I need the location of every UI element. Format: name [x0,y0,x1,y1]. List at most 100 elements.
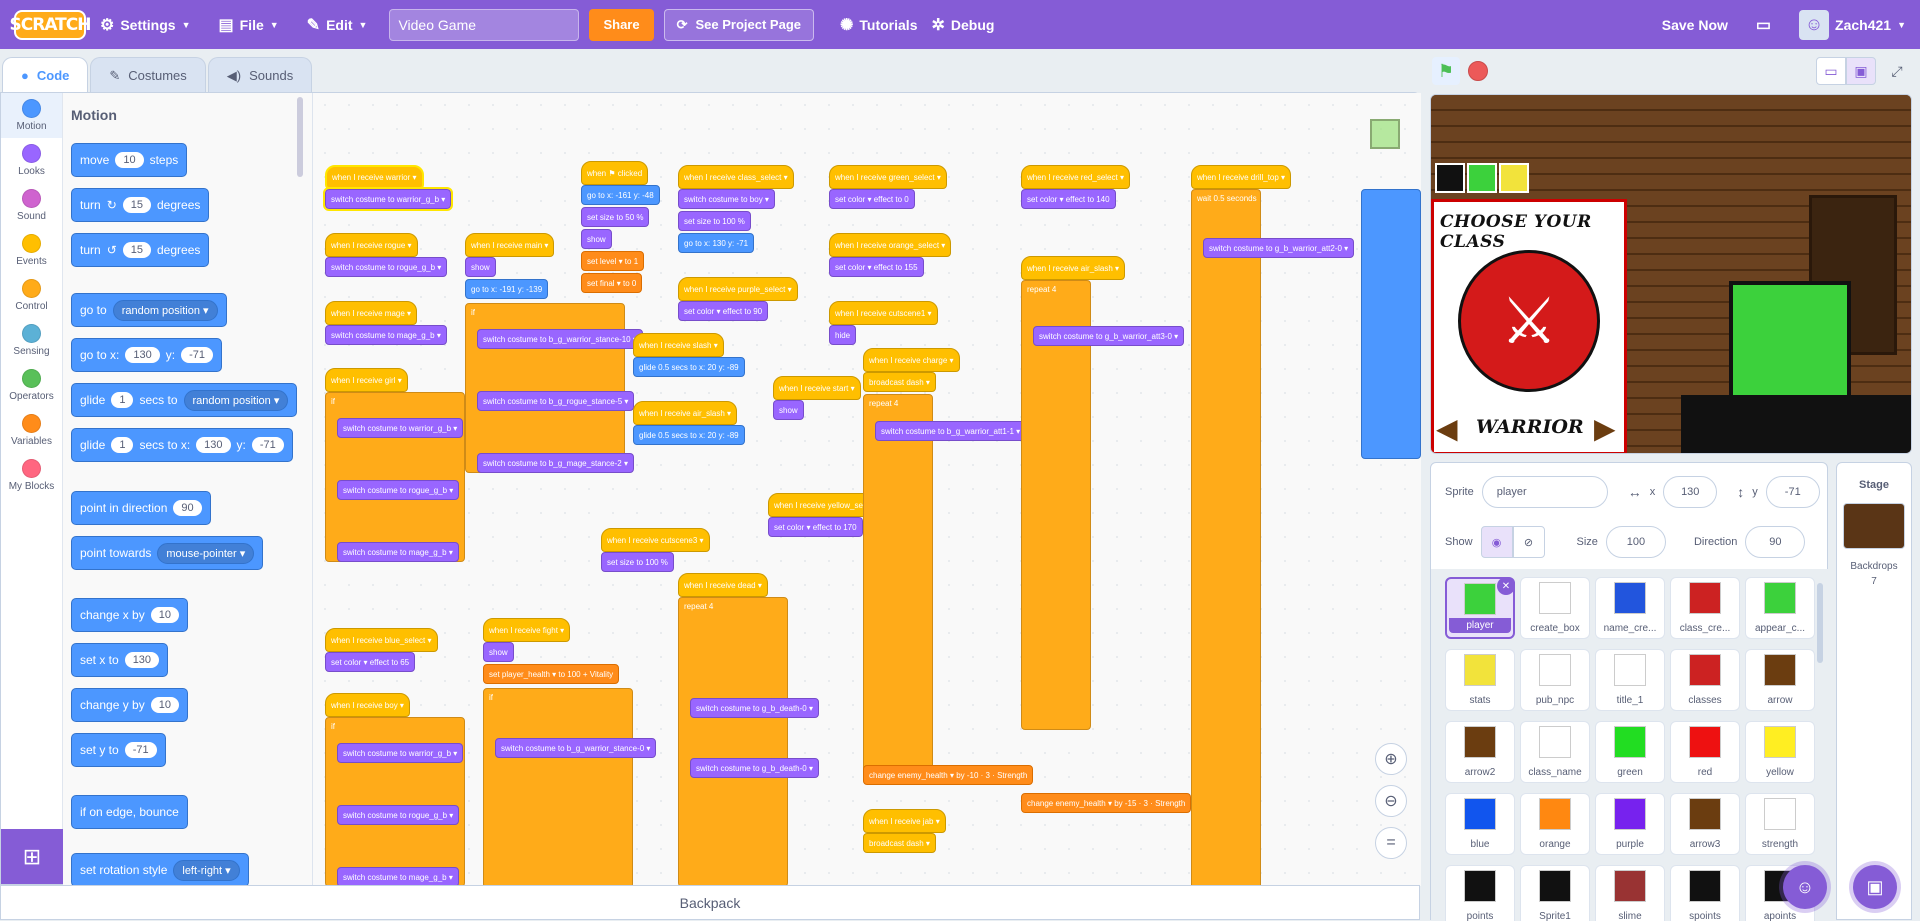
variable-block[interactable]: set player_health ▾ to 100 + Vitality [483,664,620,684]
looks-block[interactable]: set color ▾ effect to 155 [829,257,924,277]
settings-menu[interactable]: ⚙ Settings ▼ [86,0,205,49]
glide-xy-block[interactable]: glide 1 secs to x: 130 y: -71 [71,428,293,462]
bounce-block[interactable]: if on edge, bounce [71,795,188,829]
hat-block[interactable]: when I receive purple_select ▾ [678,277,798,301]
category-events[interactable]: Events [1,228,62,273]
control-block[interactable]: repeat 4 [863,394,933,784]
sprite-tile[interactable]: arrow [1745,649,1815,711]
control-if-block[interactable]: if [483,688,633,886]
control-block[interactable]: repeat 4 [678,597,788,886]
hat-block[interactable]: when I receive cutscene3 ▾ [601,528,710,552]
looks-block[interactable]: switch costume to b_g_warrior_stance-10 … [477,329,643,349]
sprite-tile[interactable]: yellow [1745,721,1815,783]
looks-block[interactable]: show [483,642,514,662]
glide-random-block[interactable]: glide 1 secs to random position ▾ [71,383,298,417]
point-towards-block[interactable]: point towards mouse-pointer ▾ [71,536,264,570]
sprite-tile[interactable]: pub_npc [1520,649,1590,711]
hat-block[interactable]: when I receive warrior ▾ [325,165,424,189]
move-steps-block[interactable]: move 10 steps [71,143,188,177]
sprite-tile[interactable]: orange [1520,793,1590,855]
see-project-page-button[interactable]: ⟳ See Project Page [663,8,814,41]
events-block[interactable]: broadcast dash ▾ [863,372,936,392]
add-backdrop-button[interactable]: ▣ [1853,865,1897,909]
category-sound[interactable]: Sound [1,183,62,228]
motion-block[interactable]: glide 0.5 secs to x: 20 y: -89 [633,425,745,445]
go-to-block[interactable]: go to random position ▾ [71,293,227,327]
hat-block[interactable]: when I receive green_select ▾ [829,165,947,189]
hat-block[interactable]: when I receive main ▾ [465,233,555,257]
looks-block[interactable]: show [773,400,804,420]
motion-block[interactable]: glide 0.5 secs to x: 20 y: -89 [633,357,745,377]
hat-block[interactable]: when I receive girl ▾ [325,368,408,392]
sprite-tile[interactable]: appear_c... [1745,577,1815,639]
point-in-direction-block[interactable]: point in direction 90 [71,491,211,525]
looks-block[interactable]: switch costume to b_g_warrior_att1-1 ▾ [875,421,1027,441]
arrow-left-icon[interactable]: ◀ [1436,412,1458,445]
hat-block[interactable]: when I receive orange_select ▾ [829,233,952,257]
save-now-button[interactable]: Save Now [1648,0,1742,49]
control-block[interactable]: repeat 4 [1021,280,1091,730]
turn-right-block[interactable]: turn ↻ 15 degrees [71,188,210,222]
variable-block[interactable]: set final ▾ to 0 [581,273,643,293]
normal-stage-button[interactable]: ▣ [1846,57,1876,85]
rotation-style-block[interactable]: set rotation style left-right ▾ [71,853,249,886]
looks-block[interactable]: switch costume to b_g_mage_stance-2 ▾ [477,453,634,473]
scratch-logo[interactable]: SCRATCH [10,9,91,40]
hat-block[interactable]: when I receive mage ▾ [325,301,418,325]
change-y-block[interactable]: change y by 10 [71,688,188,722]
script-area[interactable]: when I receive warrior ▾ switch costume … [313,93,1421,886]
y-input[interactable]: -71 [1765,476,1820,508]
project-title-input[interactable]: Video Game [389,8,580,41]
hat-block[interactable]: when I receive dead ▾ [678,573,768,597]
zoom-out-button[interactable]: ⊖ [1375,785,1407,817]
sprite-tile[interactable]: points [1445,865,1515,921]
my-stuff-icon[interactable]: ▭ [1742,0,1785,49]
backpack-bar[interactable]: Backpack [0,885,1420,920]
go-to-xy-block[interactable]: go to x: 130 y: -71 [71,338,222,372]
class-icon-warrior[interactable] [1435,163,1465,193]
palette-scrollbar[interactable] [297,97,303,177]
hat-block[interactable]: when I receive boy ▾ [325,693,410,717]
category-looks[interactable]: Looks [1,138,62,183]
looks-block[interactable]: set size to 100 % [601,552,674,572]
sprite-tile[interactable]: red [1670,721,1740,783]
add-extension-button[interactable]: ⊞ [1,829,63,884]
category-variables[interactable]: Variables [1,408,62,453]
set-y-block[interactable]: set y to -71 [71,733,166,767]
hat-block[interactable]: when I receive cutscene1 ▾ [829,301,938,325]
events-block[interactable]: broadcast dash ▾ [863,833,936,853]
variable-block[interactable]: change enemy_health ▾ by -15 · 3 · Stren… [1021,793,1192,813]
looks-block[interactable]: switch costume to warrior_g_b ▾ [337,743,464,763]
control-block[interactable]: wait 0.5 seconds [1191,189,1261,886]
sprite-name-input[interactable]: player [1481,476,1608,508]
green-flag-button[interactable]: ⚑ [1432,57,1460,85]
sprite-tile[interactable]: spoints [1670,865,1740,921]
motion-block[interactable]: go to x: 130 y: -71 [678,233,755,253]
zoom-reset-button[interactable]: = [1375,827,1407,859]
hat-block[interactable]: when I receive fight ▾ [483,618,571,642]
looks-block[interactable]: switch costume to g_b_death-0 ▾ [690,698,819,718]
category-sensing[interactable]: Sensing [1,318,62,363]
arrow-right-icon[interactable]: ▶ [1594,412,1616,445]
hat-block[interactable]: when I receive air_slash ▾ [1021,256,1126,280]
looks-block[interactable]: switch costume to b_g_rogue_stance-5 ▾ [477,391,635,411]
debug-button[interactable]: ✲ Debug [931,0,1008,49]
category-my-blocks[interactable]: My Blocks [1,453,62,498]
hat-block[interactable]: when I receive blue_select ▾ [325,628,438,652]
hat-block[interactable]: when I receive rogue ▾ [325,233,418,257]
sprite-tile[interactable]: title_1 [1595,649,1665,711]
tutorials-button[interactable]: ✺ Tutorials [826,0,931,49]
hat-block[interactable]: when I receive slash ▾ [633,333,724,357]
sprite-tile[interactable]: strength [1745,793,1815,855]
account-menu[interactable]: ☺ Zach421 ▼ [1785,0,1920,49]
stage-panel[interactable]: Stage Backdrops 7 ▣ [1836,462,1912,920]
tab-code[interactable]: ● Code [2,57,89,93]
add-sprite-button[interactable]: ☺ [1783,865,1827,909]
hat-block[interactable]: when I receive air_slash ▾ [633,401,738,425]
class-icon-yellow[interactable] [1499,163,1529,193]
looks-block[interactable]: switch costume to g_b_warrior_att3-0 ▾ [1033,326,1185,346]
set-x-block[interactable]: set x to 130 [71,643,169,677]
sprite-tile[interactable]: Sprite1 [1520,865,1590,921]
hat-block[interactable]: when I receive class_select ▾ [678,165,794,189]
looks-block[interactable]: set size to 50 % [581,207,650,227]
